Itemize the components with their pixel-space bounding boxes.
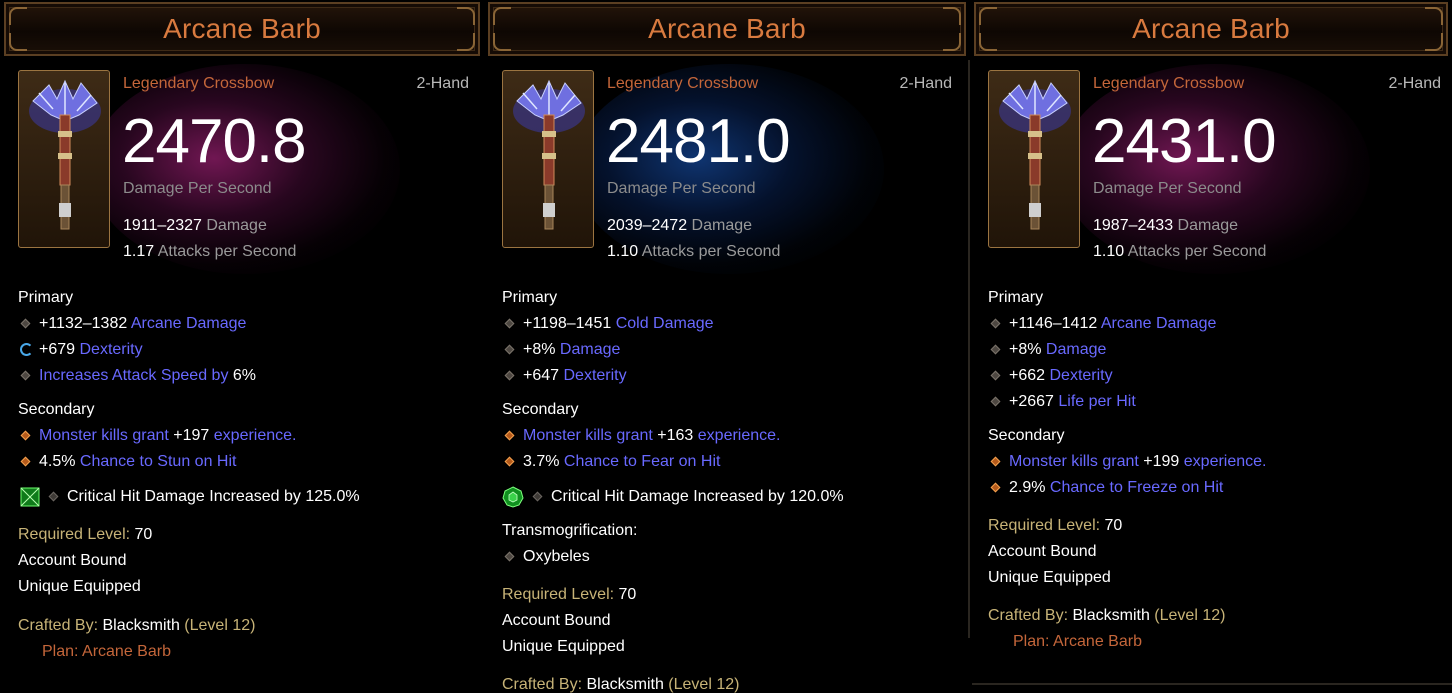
primary-header: Primary	[502, 289, 558, 306]
affix-line: +8% Damage	[523, 341, 621, 358]
orange-diamond-icon	[990, 482, 1001, 493]
dps-value: 2481.0	[606, 107, 791, 176]
diamond-bullet-icon	[504, 344, 515, 355]
secondary-header: Secondary	[502, 401, 579, 418]
plan-label: Plan: Arcane Barb	[1013, 633, 1142, 650]
item-type: Legendary Crossbow	[123, 75, 275, 92]
secondary-header: Secondary	[988, 427, 1065, 444]
socket-gem-effect: Critical Hit Damage Increased by 120.0%	[551, 488, 844, 505]
damage-range: 1987–2433 Damage	[1093, 217, 1239, 234]
socket-gem-effect: Critical Hit Damage Increased by 125.0%	[67, 488, 360, 505]
affix-line: 3.7% Chance to Fear on Hit	[523, 453, 721, 470]
socket-diamond-icon	[48, 491, 59, 502]
dps-label: Damage Per Second	[123, 180, 272, 197]
affix-line: 2.9% Chance to Freeze on Hit	[1009, 479, 1224, 496]
affix-line: Monster kills grant +163 experience.	[523, 427, 781, 444]
crossbow-icon	[502, 70, 594, 248]
damage-range: 2039–2472 Damage	[607, 217, 753, 234]
unique-equipped: Unique Equipped	[502, 638, 625, 655]
plan-label: Plan: Arcane Barb	[42, 643, 171, 660]
affix-line: +1198–1451 Cold Damage	[523, 315, 714, 332]
diamond-bullet-icon	[990, 396, 1001, 407]
affix-line: Increases Attack Speed by 6%	[39, 367, 257, 384]
crossbow-icon	[988, 70, 1080, 248]
required-level: Required Level: 70	[502, 586, 637, 603]
account-bound: Account Bound	[988, 543, 1097, 560]
attacks-per-second: 1.17 Attacks per Second	[123, 243, 297, 260]
affix-line: Monster kills grant +199 experience.	[1009, 453, 1267, 470]
primary-header: Primary	[18, 289, 74, 306]
damage-range: 1911–2327 Damage	[123, 217, 267, 234]
diamond-bullet-icon	[990, 344, 1001, 355]
required-level: Required Level: 70	[988, 517, 1123, 534]
tooltip-header: Arcane Barb	[974, 2, 1448, 56]
crafted-by: Crafted By: Blacksmith (Level 12)	[988, 607, 1226, 624]
diamond-bullet-icon	[504, 318, 515, 329]
diamond-bullet-icon	[20, 318, 31, 329]
dps-label: Damage Per Second	[607, 180, 756, 197]
diamond-bullet-icon	[504, 370, 515, 381]
emerald-gem-icon	[20, 487, 40, 507]
panel-divider	[972, 683, 1452, 685]
item-slot: 2-Hand	[416, 75, 469, 92]
secondary-header: Secondary	[18, 401, 95, 418]
orange-diamond-icon	[504, 430, 515, 441]
diamond-bullet-icon	[504, 551, 515, 562]
item-type: Legendary Crossbow	[607, 75, 759, 92]
affix-line: +2667 Life per Hit	[1009, 393, 1136, 410]
affix-line: +679 Dexterity	[39, 341, 143, 358]
unique-equipped: Unique Equipped	[988, 569, 1111, 586]
affix-line: +8% Damage	[1009, 341, 1107, 358]
required-level: Required Level: 70	[18, 526, 153, 543]
affix-line: 4.5% Chance to Stun on Hit	[39, 453, 237, 470]
diamond-bullet-icon	[990, 370, 1001, 381]
transmog-label: Transmogrification:	[502, 522, 638, 539]
attacks-per-second: 1.10 Attacks per Second	[1093, 243, 1267, 260]
item-slot: 2-Hand	[1388, 75, 1441, 92]
emerald-gem-icon	[502, 486, 524, 508]
item-slot: 2-Hand	[899, 75, 952, 92]
crafted-by: Crafted By: Blacksmith (Level 12)	[502, 676, 740, 693]
item-tooltip-3: Arcane Barb Legendary Crossbow 2-Hand 24…	[970, 0, 1452, 693]
crossbow-icon	[18, 70, 110, 248]
orange-diamond-icon	[20, 456, 31, 467]
account-bound: Account Bound	[502, 612, 611, 629]
item-tooltip-2: Arcane Barb Legendary Crossbow 2-Hand 24…	[484, 0, 970, 693]
affix-line: +647 Dexterity	[523, 367, 627, 384]
attacks-per-second: 1.10 Attacks per Second	[607, 243, 781, 260]
item-title: Arcane Barb	[648, 13, 806, 44]
tooltip-header: Arcane Barb	[4, 2, 480, 56]
unique-equipped: Unique Equipped	[18, 578, 141, 595]
item-title: Arcane Barb	[1132, 13, 1290, 44]
item-tooltip-1: Arcane Barb Legendary Crossbow 2-Hand 24…	[0, 0, 484, 693]
primary-header: Primary	[988, 289, 1044, 306]
affix-line: +1146–1412 Arcane Damage	[1009, 315, 1217, 332]
socket-diamond-icon	[532, 491, 543, 502]
orange-diamond-icon	[990, 456, 1001, 467]
affix-line: Monster kills grant +197 experience.	[39, 427, 297, 444]
tooltip-header: Arcane Barb	[488, 2, 966, 56]
dps-label: Damage Per Second	[1093, 180, 1242, 197]
enchant-cycle-icon	[20, 343, 33, 356]
orange-diamond-icon	[504, 456, 515, 467]
diamond-bullet-icon	[990, 318, 1001, 329]
affix-line: +662 Dexterity	[1009, 367, 1113, 384]
diamond-bullet-icon	[20, 370, 31, 381]
item-type: Legendary Crossbow	[1093, 75, 1245, 92]
dps-value: 2470.8	[122, 107, 307, 176]
account-bound: Account Bound	[18, 552, 127, 569]
dps-value: 2431.0	[1092, 107, 1277, 176]
orange-diamond-icon	[20, 430, 31, 441]
crafted-by: Crafted By: Blacksmith (Level 12)	[18, 617, 256, 634]
panel-divider	[968, 60, 970, 638]
transmog-value: Oxybeles	[523, 548, 590, 565]
item-title: Arcane Barb	[163, 13, 321, 44]
affix-line: +1132–1382 Arcane Damage	[39, 315, 247, 332]
